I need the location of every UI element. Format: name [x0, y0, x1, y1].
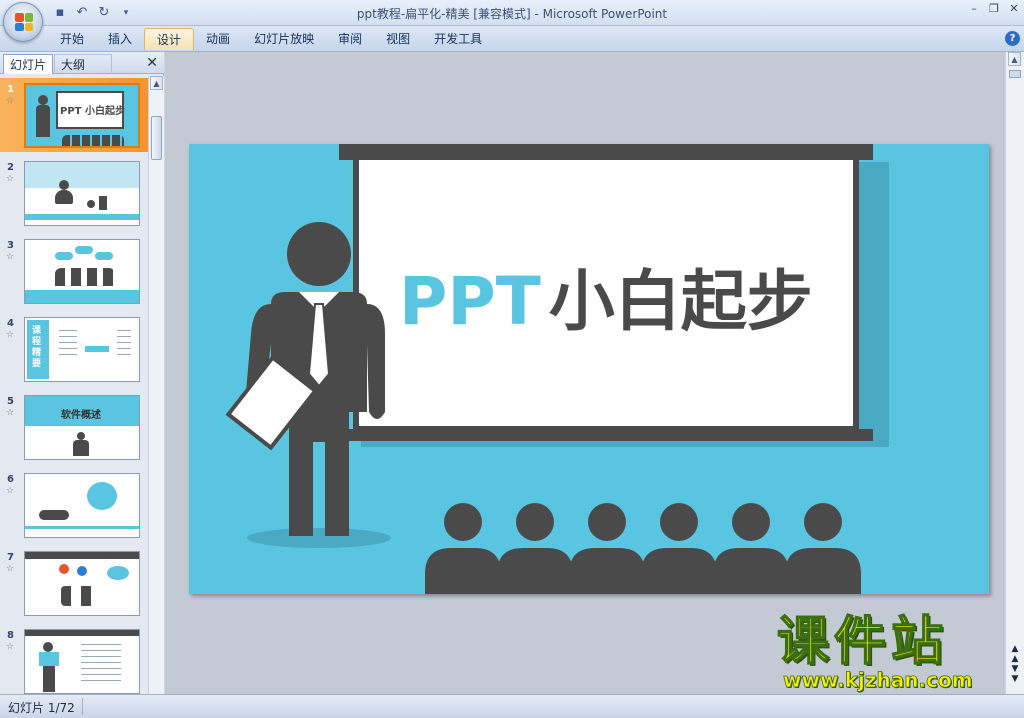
close-icon[interactable]: ✕ [1008, 2, 1020, 16]
slide-number: 6 [7, 474, 14, 485]
tab-slideshow[interactable]: 幻灯片放映 [242, 28, 326, 50]
slide-indicator: 幻灯片 1/72 [8, 701, 75, 715]
slide-thumbnail-3[interactable]: 3 ☆ [0, 234, 148, 308]
office-button[interactable] [3, 2, 43, 42]
slide-number: 3 [7, 240, 14, 251]
thumbnail-card: 软件概述 [24, 395, 140, 460]
thumbnail-card [24, 629, 140, 694]
slide-thumbnail-4[interactable]: 4 ☆ 课程 精要 [0, 312, 148, 386]
thumbnail-text: PPT 小白起步 [60, 106, 125, 117]
slide-title[interactable]: PPT 小白起步 [399, 262, 813, 342]
tab-design[interactable]: 设计 [144, 28, 195, 50]
scroll-up-icon[interactable]: ▲ [1008, 52, 1021, 66]
slides-panel: 幻灯片 大纲 ✕ 1 ☆ PPT 小白起步 2 ☆ 3 ☆ 4 ☆ 课程 精要 … [0, 52, 164, 694]
status-divider [82, 698, 83, 715]
thumbnail-list: 1 ☆ PPT 小白起步 2 ☆ 3 ☆ 4 ☆ 课程 精要 5 ☆ 软件概述 … [0, 76, 148, 694]
thumbnail-text: 软件概述 [61, 410, 101, 421]
slide-number: 5 [7, 396, 14, 407]
window-controls: – ❐ ✕ [968, 2, 1020, 16]
transition-star-icon: ☆ [6, 252, 15, 262]
thumbnail-card [24, 551, 140, 616]
ribbon-tabs: 开始 插入 设计 动画 幻灯片放映 审阅 视图 开发工具 [48, 28, 494, 50]
tab-home[interactable]: 开始 [48, 28, 96, 50]
slide-title-ppt: PPT [399, 263, 541, 340]
office-logo-icon [15, 13, 33, 31]
minimize-icon[interactable]: – [968, 2, 980, 16]
slide-title-main: 小白起步 [548, 263, 813, 340]
slide-thumbnail-1[interactable]: 1 ☆ PPT 小白起步 [0, 78, 148, 152]
scroll-up-icon[interactable]: ▲ [150, 76, 163, 90]
slide-number: 4 [7, 318, 14, 329]
previous-slide-icon[interactable]: ▲ ▲ [1009, 644, 1021, 664]
panel-tabs: 幻灯片 大纲 ✕ [0, 52, 164, 74]
transition-star-icon: ☆ [6, 642, 15, 652]
tab-outline[interactable]: 大纲 [54, 54, 112, 74]
slide-1[interactable]: PPT 小白起步 [189, 144, 989, 594]
slide-thumbnail-2[interactable]: 2 ☆ [0, 156, 148, 230]
ribbon: 开始 插入 设计 动画 幻灯片放映 审阅 视图 开发工具 ? [0, 26, 1024, 52]
canvas-scrollbar[interactable]: ▲ ▲ ▲ ▼ ▼ [1005, 52, 1024, 694]
slide-thumbnail-7[interactable]: 7 ☆ [0, 546, 148, 620]
window-title: ppt教程-扁平化-精美 [兼容模式] - Microsoft PowerPoi… [356, 7, 668, 21]
slide-canvas: PPT 小白起步 [165, 52, 1005, 694]
slide-thumbnail-8[interactable]: 8 ☆ [0, 624, 148, 694]
transition-star-icon: ☆ [6, 408, 15, 418]
thumbnail-text: 课程 精要 [32, 326, 42, 369]
thumbnail-card: PPT 小白起步 [24, 83, 140, 148]
next-slide-icon[interactable]: ▼ ▼ [1009, 664, 1021, 684]
slide-number: 2 [7, 162, 14, 173]
help-icon[interactable]: ? [1005, 31, 1020, 46]
scroll-thumb[interactable] [151, 116, 162, 160]
tab-review[interactable]: 审阅 [326, 28, 374, 50]
close-panel-icon[interactable]: ✕ [146, 55, 158, 71]
slide-number: 1 [7, 84, 14, 95]
tab-view[interactable]: 视图 [374, 28, 422, 50]
transition-star-icon: ☆ [6, 96, 15, 106]
thumbnail-card [24, 239, 140, 304]
transition-star-icon: ☆ [6, 486, 15, 496]
thumbnail-scrollbar[interactable]: ▲ [148, 76, 164, 694]
tab-insert[interactable]: 插入 [96, 28, 144, 50]
tab-slides[interactable]: 幻灯片 [3, 54, 54, 74]
status-bar: 幻灯片 1/72 [0, 694, 1024, 718]
tab-animation[interactable]: 动画 [194, 28, 242, 50]
thumbnail-card: 课程 精要 [24, 317, 140, 382]
slide-number: 7 [7, 552, 14, 563]
transition-star-icon: ☆ [6, 330, 15, 340]
scroll-thumb[interactable] [1009, 70, 1021, 78]
thumbnail-card [24, 161, 140, 226]
slide-thumbnail-6[interactable]: 6 ☆ [0, 468, 148, 542]
thumbnail-card [24, 473, 140, 538]
slide-illustration [225, 144, 889, 594]
slide-number: 8 [7, 630, 14, 641]
slide-thumbnail-5[interactable]: 5 ☆ 软件概述 [0, 390, 148, 464]
restore-icon[interactable]: ❐ [988, 2, 1000, 16]
transition-star-icon: ☆ [6, 174, 15, 184]
tab-developer[interactable]: 开发工具 [422, 28, 494, 50]
transition-star-icon: ☆ [6, 564, 15, 574]
title-bar: ▪ ↶ ↻ ▾ ppt教程-扁平化-精美 [兼容模式] - Microsoft … [0, 0, 1024, 26]
